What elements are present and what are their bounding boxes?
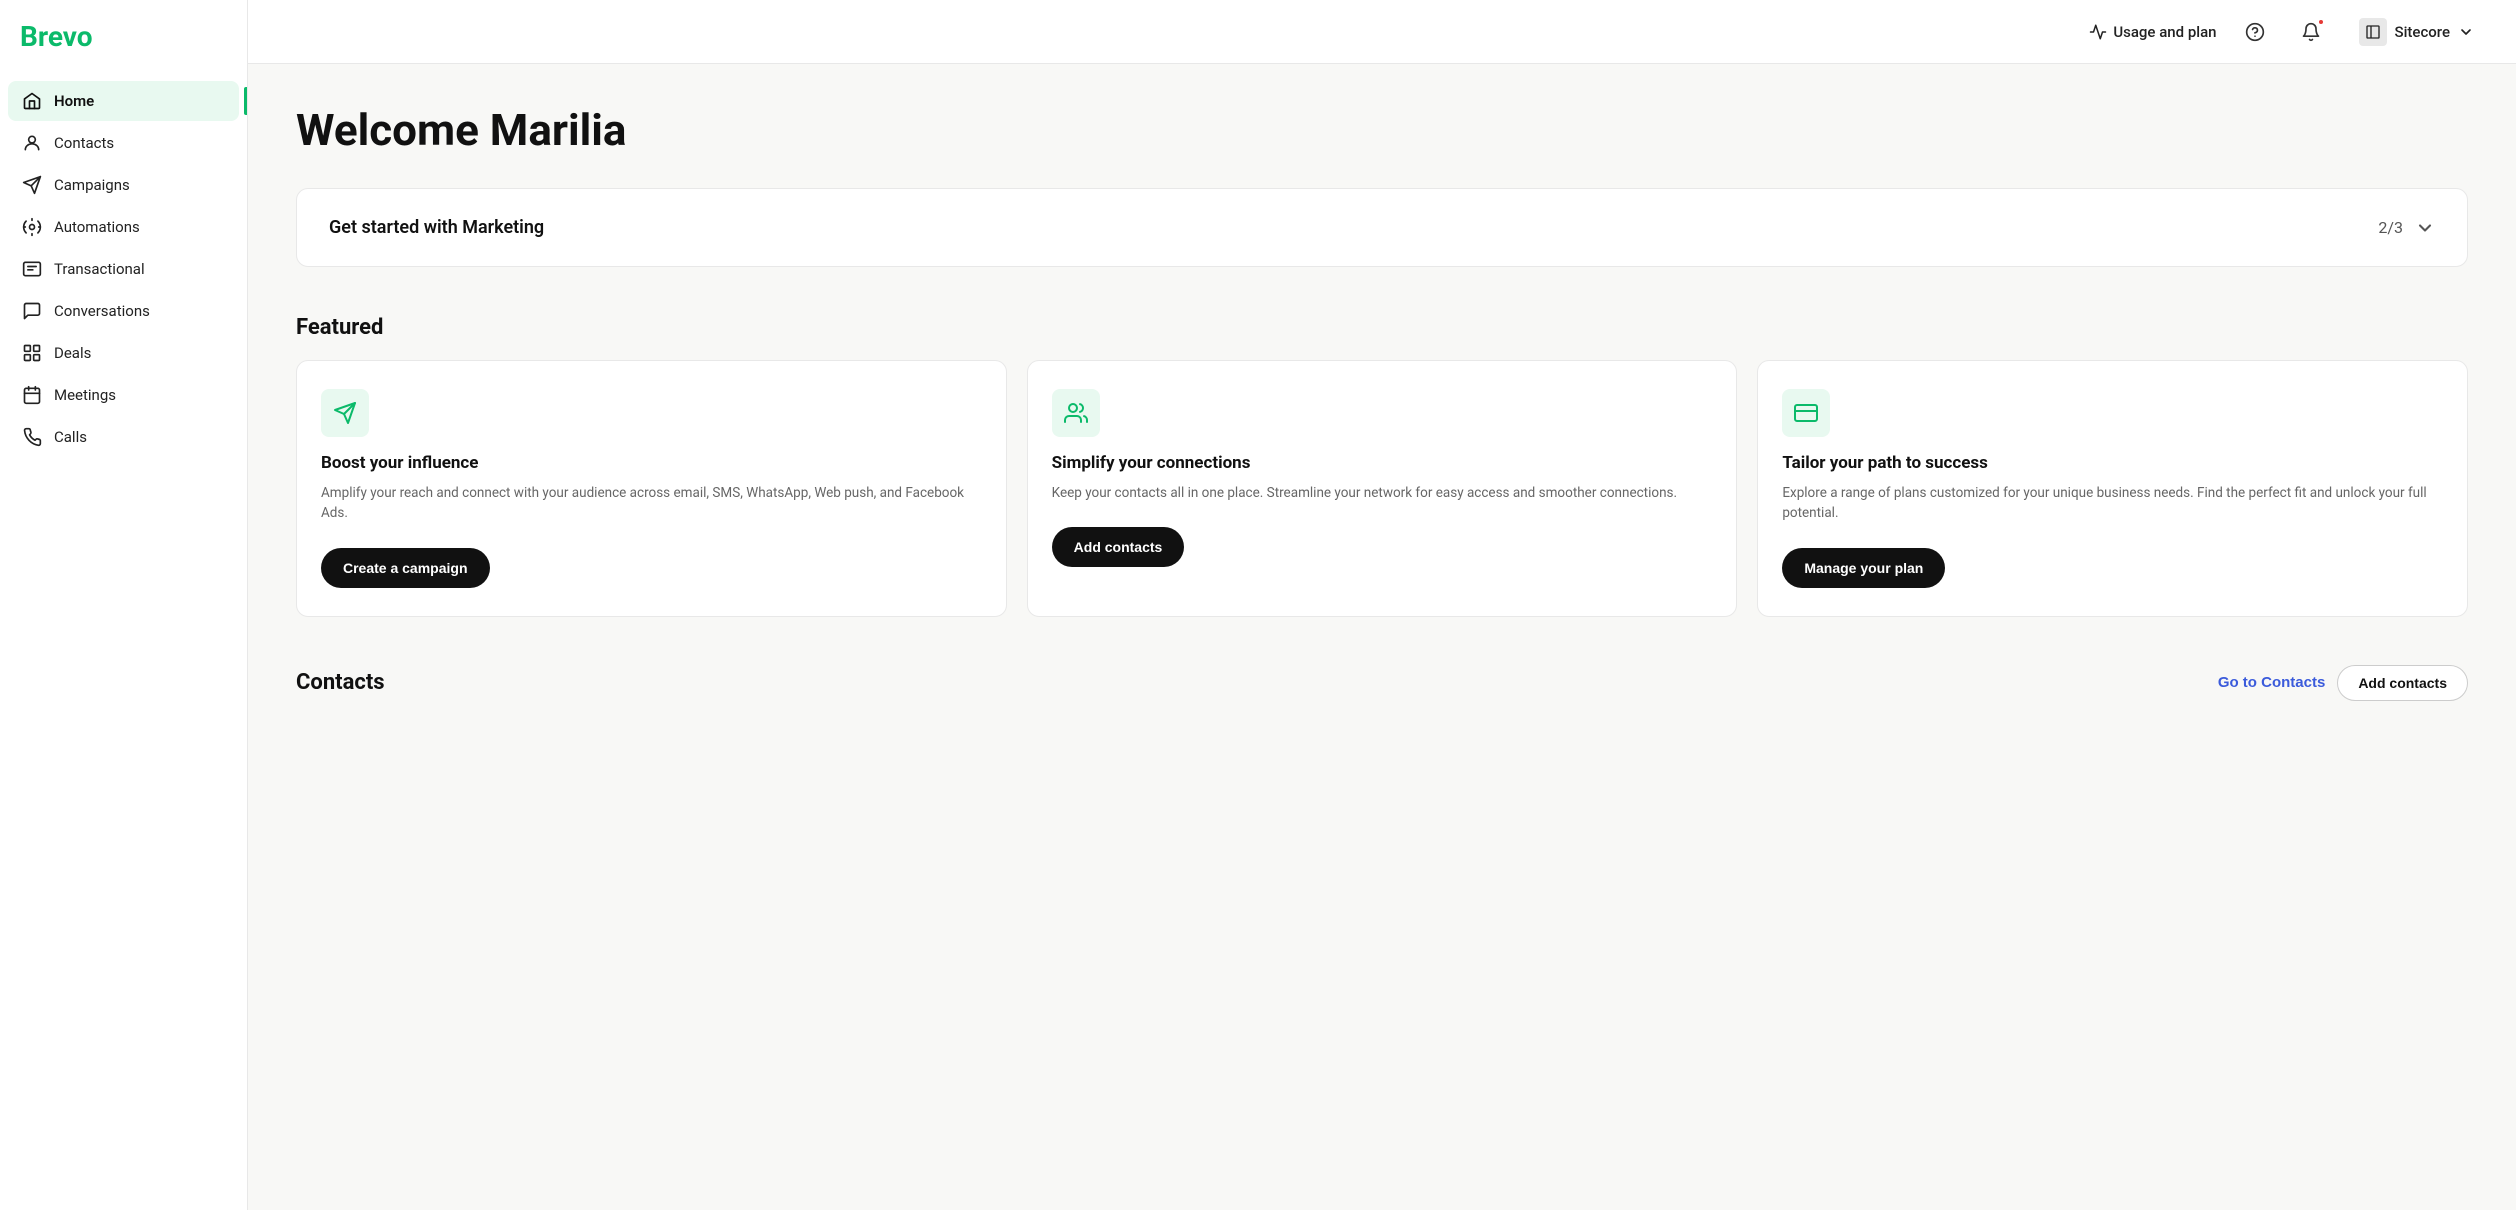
create-campaign-button[interactable]: Create a campaign [321, 548, 490, 588]
get-started-right: 2/3 [2378, 218, 2435, 238]
add-contacts-button[interactable]: Add contacts [1052, 527, 1185, 567]
manage-plan-button[interactable]: Manage your plan [1782, 548, 1945, 588]
feature-card-tailor: Tailor your path to success Explore a ra… [1757, 360, 2468, 617]
header: Usage and plan Sitecore [248, 0, 2516, 64]
sidebar-item-label-conversations: Conversations [54, 302, 150, 320]
sidebar-item-automations[interactable]: Automations [8, 207, 239, 247]
go-to-contacts-button[interactable]: Go to Contacts [2218, 674, 2326, 691]
tailor-icon-wrap [1782, 389, 1830, 437]
help-icon [2245, 22, 2265, 42]
send-icon [333, 401, 357, 425]
sidebar-item-label-calls: Calls [54, 428, 87, 446]
contacts-actions: Go to Contacts Add contacts [2218, 665, 2468, 701]
add-contacts-outline-button[interactable]: Add contacts [2337, 665, 2468, 701]
chevron-down-icon-card [2415, 218, 2435, 238]
sidebar-item-calls[interactable]: Calls [8, 417, 239, 457]
tailor-card-title: Tailor your path to success [1782, 453, 2443, 473]
get-started-progress: 2/3 [2378, 218, 2403, 237]
sidebar-item-deals[interactable]: Deals [8, 333, 239, 373]
sidebar-item-contacts[interactable]: Contacts [8, 123, 239, 163]
logo: Brevo [0, 20, 247, 81]
credit-card-icon [1794, 401, 1818, 425]
account-icon [2359, 18, 2387, 46]
boost-card-desc: Amplify your reach and connect with your… [321, 483, 982, 524]
meetings-icon [22, 385, 42, 405]
tailor-card-desc: Explore a range of plans customized for … [1782, 483, 2443, 524]
transactional-icon [22, 259, 42, 279]
sidebar-item-home[interactable]: Home [8, 81, 239, 121]
feature-card-simplify: Simplify your connections Keep your cont… [1027, 360, 1738, 617]
main-content: Usage and plan Sitecore [248, 0, 2516, 1210]
welcome-title: Welcome Marilia [296, 104, 2468, 156]
simplify-card-desc: Keep your contacts all in one place. Str… [1052, 483, 1713, 503]
calls-icon [22, 427, 42, 447]
deals-icon [22, 343, 42, 363]
sidebar-item-conversations[interactable]: Conversations [8, 291, 239, 331]
help-button[interactable] [2237, 14, 2273, 50]
automations-icon [22, 217, 42, 237]
feature-card-boost: Boost your influence Amplify your reach … [296, 360, 1007, 617]
sidebar-item-label-home: Home [54, 92, 94, 110]
building-icon [2365, 24, 2381, 40]
account-menu[interactable]: Sitecore [2349, 12, 2484, 52]
get-started-title: Get started with Marketing [329, 217, 544, 238]
usage-label: Usage and plan [2113, 23, 2216, 41]
conversations-icon [22, 301, 42, 321]
notification-badge [2317, 18, 2325, 26]
get-started-card[interactable]: Get started with Marketing 2/3 [296, 188, 2468, 267]
sidebar-item-label-automations: Automations [54, 218, 140, 236]
usage-and-plan-button[interactable]: Usage and plan [2089, 23, 2216, 41]
simplify-icon-wrap [1052, 389, 1100, 437]
users-icon [1064, 401, 1088, 425]
chevron-down-icon [2458, 24, 2474, 40]
boost-icon-wrap [321, 389, 369, 437]
sidebar-item-campaigns[interactable]: Campaigns [8, 165, 239, 205]
simplify-card-title: Simplify your connections [1052, 453, 1713, 473]
sidebar: Brevo Home Contacts [0, 0, 248, 1210]
sidebar-item-meetings[interactable]: Meetings [8, 375, 239, 415]
home-icon [22, 91, 42, 111]
sidebar-item-label-contacts: Contacts [54, 134, 114, 152]
sidebar-item-label-deals: Deals [54, 344, 91, 362]
contacts-icon [22, 133, 42, 153]
sidebar-item-label-meetings: Meetings [54, 386, 116, 404]
featured-title: Featured [296, 315, 2468, 340]
sidebar-item-label-campaigns: Campaigns [54, 176, 130, 194]
sidebar-item-transactional[interactable]: Transactional [8, 249, 239, 289]
featured-grid: Boost your influence Amplify your reach … [296, 360, 2468, 617]
campaigns-icon [22, 175, 42, 195]
page-body: Welcome Marilia Get started with Marketi… [248, 64, 2516, 749]
activity-icon [2089, 23, 2107, 41]
account-name: Sitecore [2395, 23, 2450, 41]
sidebar-nav: Home Contacts Campaigns [0, 81, 247, 457]
boost-card-title: Boost your influence [321, 453, 982, 473]
notifications-button[interactable] [2293, 14, 2329, 50]
sidebar-item-label-transactional: Transactional [54, 260, 145, 278]
contacts-section-header: Contacts Go to Contacts Add contacts [296, 665, 2468, 701]
contacts-title: Contacts [296, 670, 385, 695]
